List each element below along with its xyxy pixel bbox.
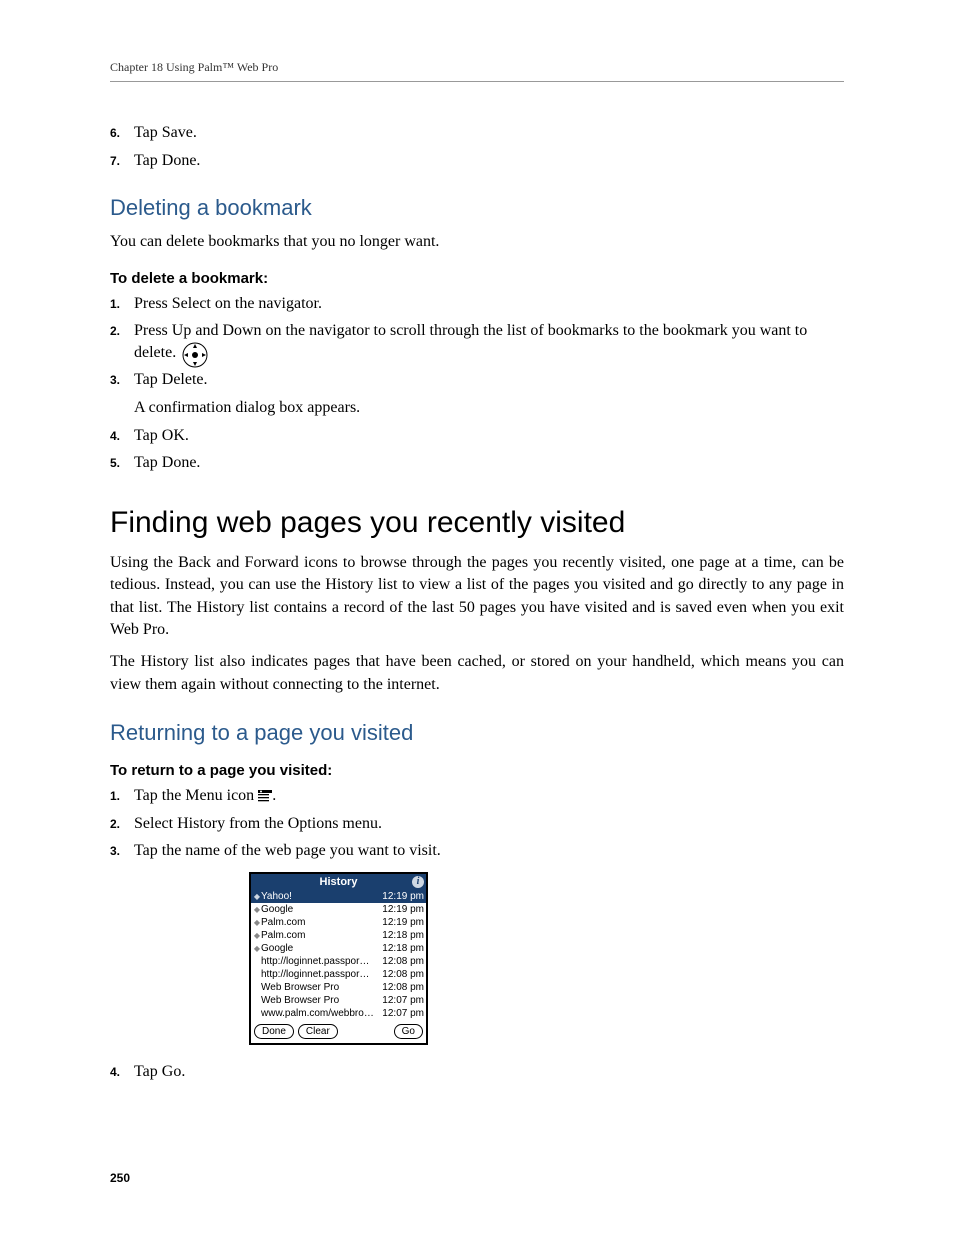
- history-row-time: 12:18 pm: [382, 929, 424, 942]
- history-row-name: Google: [261, 904, 293, 915]
- step-item: 3.Tap the name of the web page you want …: [110, 840, 844, 862]
- history-row-name: Web Browser Pro: [261, 982, 339, 993]
- step-item: 6.Tap Save.: [110, 122, 844, 144]
- step-item: 2.Select History from the Options menu.: [110, 813, 844, 835]
- step-number: 4.: [110, 428, 134, 444]
- step-text: Tap Delete.: [134, 369, 844, 391]
- step-number: 3.: [110, 843, 134, 859]
- history-row[interactable]: http://loginnet.passpor… 12:08 pm: [251, 968, 426, 981]
- history-row-name: Yahoo!: [261, 891, 292, 902]
- step-item: 2.Press Up and Down on the navigator to …: [110, 320, 844, 363]
- history-row-name: Google: [261, 943, 293, 954]
- history-row[interactable]: ◆Google 12:19 pm: [251, 903, 426, 916]
- history-row-time: 12:19 pm: [382, 916, 424, 929]
- history-row-time: 12:07 pm: [382, 1007, 424, 1020]
- history-row[interactable]: ◆Yahoo! 12:19 pm: [251, 890, 426, 903]
- history-row[interactable]: ◆Google 12:18 pm: [251, 942, 426, 955]
- history-row-time: 12:08 pm: [382, 968, 424, 981]
- step-item: 1.Press Select on the navigator.: [110, 293, 844, 315]
- history-row[interactable]: www.palm.com/webbro… 12:07 pm: [251, 1007, 426, 1020]
- navigator-icon: [180, 340, 210, 370]
- history-row-name: Palm.com: [261, 930, 305, 941]
- step-text: Tap the Menu icon .: [134, 785, 844, 807]
- page-number: 250: [110, 1171, 130, 1185]
- procedure-heading-delete-bookmark: To delete a bookmark:: [110, 270, 844, 287]
- step-text: Tap Go.: [134, 1061, 844, 1083]
- history-row-time: 12:19 pm: [382, 890, 424, 903]
- history-dialog: History i ◆Yahoo!12:19 pm◆Google12:19 pm…: [249, 872, 428, 1045]
- step-text: Tap Done.: [134, 452, 844, 474]
- step-text: Select History from the Options menu.: [134, 813, 844, 835]
- heading-deleting-bookmark: Deleting a bookmark: [110, 195, 844, 221]
- clear-button[interactable]: Clear: [298, 1024, 338, 1039]
- history-row-name: http://loginnet.passpor…: [261, 969, 369, 980]
- step-number: 6.: [110, 125, 134, 141]
- menu-icon: [258, 790, 272, 802]
- step-item: 3.Tap Delete.: [110, 369, 844, 391]
- step-number: 1.: [110, 296, 134, 312]
- step-item: 4.Tap Go.: [110, 1061, 844, 1083]
- history-row[interactable]: http://loginnet.passpor… 12:08 pm: [251, 955, 426, 968]
- step-text: Tap the name of the web page you want to…: [134, 840, 844, 862]
- history-row[interactable]: ◆Palm.com 12:18 pm: [251, 929, 426, 942]
- history-row-time: 12:08 pm: [382, 955, 424, 968]
- step-item: 5.Tap Done.: [110, 452, 844, 474]
- step-item: 1.Tap the Menu icon .: [110, 785, 844, 807]
- info-icon[interactable]: i: [412, 876, 424, 888]
- done-button[interactable]: Done: [254, 1024, 294, 1039]
- history-row[interactable]: Web Browser Pro 12:08 pm: [251, 981, 426, 994]
- go-button[interactable]: Go: [394, 1024, 423, 1039]
- step-number: 5.: [110, 455, 134, 471]
- step-text: Tap Done.: [134, 150, 844, 172]
- cache-icon: ◆: [253, 916, 261, 929]
- step-text: Tap Save.: [134, 122, 844, 144]
- step-number: 7.: [110, 153, 134, 169]
- cache-icon: ◆: [253, 903, 261, 916]
- history-row-name: www.palm.com/webbro…: [261, 1008, 374, 1019]
- step-item: 4.Tap OK.: [110, 425, 844, 447]
- paragraph-history-cache: The History list also indicates pages th…: [110, 651, 844, 696]
- step-number: 4.: [110, 1064, 134, 1080]
- step-number: 1.: [110, 788, 134, 804]
- step-text: Tap OK.: [134, 425, 844, 447]
- step-item: 7.Tap Done.: [110, 150, 844, 172]
- heading-returning-page: Returning to a page you visited: [110, 720, 844, 746]
- history-row[interactable]: ◆Palm.com 12:19 pm: [251, 916, 426, 929]
- paragraph-history-intro: Using the Back and Forward icons to brow…: [110, 552, 844, 642]
- step-text: A confirmation dialog box appears.: [134, 397, 844, 419]
- heading-finding-web-pages: Finding web pages you recently visited: [110, 506, 844, 540]
- step-text: Press Up and Down on the navigator to sc…: [134, 320, 844, 363]
- history-row-name: http://loginnet.passpor…: [261, 956, 369, 967]
- history-row-time: 12:08 pm: [382, 981, 424, 994]
- cache-icon: ◆: [253, 942, 261, 955]
- step-number: 2.: [110, 816, 134, 832]
- step-text: Press Select on the navigator.: [134, 293, 844, 315]
- step-item: A confirmation dialog box appears.: [110, 397, 844, 419]
- running-header: Chapter 18 Using Palm™ Web Pro: [110, 60, 844, 82]
- step-number: 2.: [110, 323, 134, 339]
- intro-deleting-bookmark: You can delete bookmarks that you no lon…: [110, 231, 844, 253]
- history-row[interactable]: Web Browser Pro 12:07 pm: [251, 994, 426, 1007]
- history-row-time: 12:19 pm: [382, 903, 424, 916]
- history-row-time: 12:18 pm: [382, 942, 424, 955]
- cache-icon: ◆: [253, 929, 261, 942]
- history-row-time: 12:07 pm: [382, 994, 424, 1007]
- step-number: 3.: [110, 372, 134, 388]
- history-row-name: Web Browser Pro: [261, 995, 339, 1006]
- history-row-name: Palm.com: [261, 917, 305, 928]
- procedure-heading-return-page: To return to a page you visited:: [110, 762, 844, 779]
- cache-icon: ◆: [253, 890, 261, 903]
- history-dialog-title: History: [320, 876, 358, 888]
